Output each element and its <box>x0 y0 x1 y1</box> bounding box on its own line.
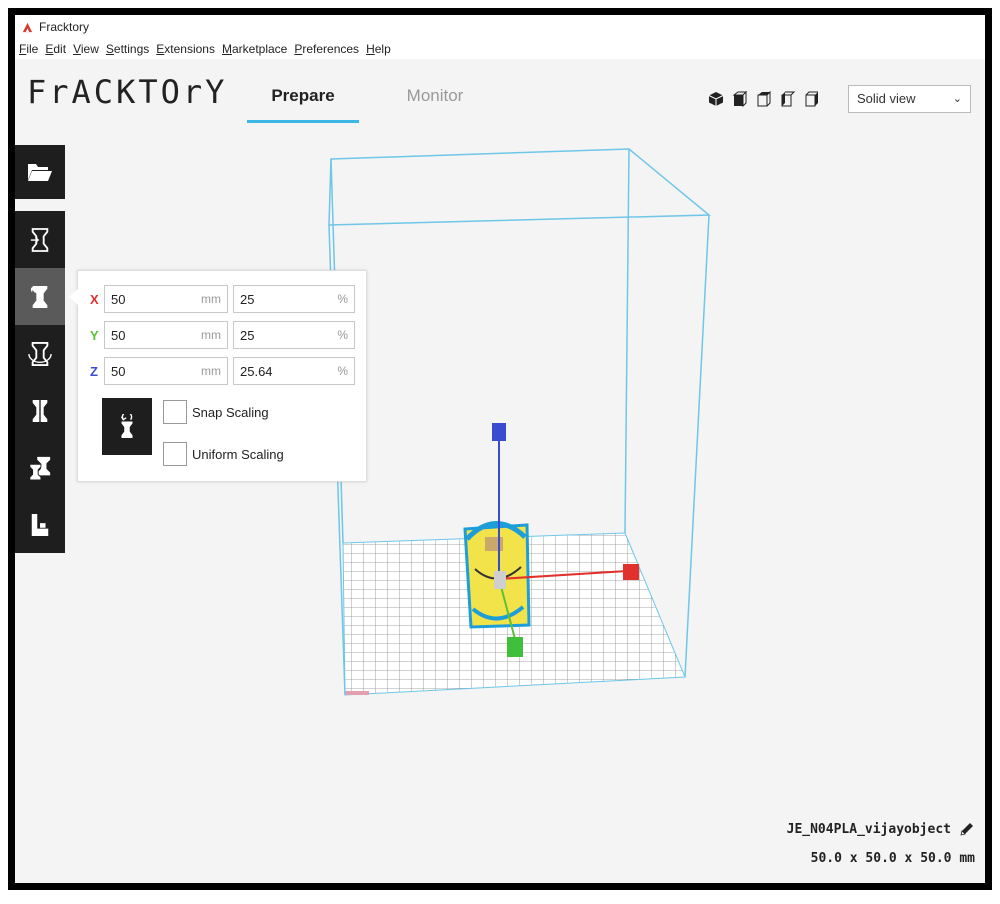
scale-y-percent-input[interactable]: 25 % <box>233 321 355 349</box>
uniform-scaling-label: Uniform Scaling <box>192 446 284 462</box>
scale-z-mm-input[interactable]: 50 mm <box>104 357 228 385</box>
view-3d-icon[interactable] <box>708 91 724 107</box>
object-name-text: JE_N04PLA_vijayobject <box>786 821 951 837</box>
tool-sidebar <box>15 211 65 553</box>
view-left-icon[interactable] <box>780 91 796 107</box>
view-right-icon[interactable] <box>804 91 820 107</box>
menu-help[interactable]: Help <box>366 42 391 56</box>
app-window: Fracktory File Edit View Settings Extens… <box>8 8 992 890</box>
folder-open-icon <box>28 164 52 181</box>
support-blocker-icon <box>31 513 49 536</box>
support-blocker-button[interactable] <box>15 496 65 553</box>
view-top-icon[interactable] <box>756 90 772 107</box>
reset-scale-icon <box>120 413 133 438</box>
gizmo-z-handle[interactable] <box>492 423 506 441</box>
rotate-icon <box>28 341 52 366</box>
view-orientation-buttons <box>708 90 820 108</box>
menu-edit[interactable]: Edit <box>45 42 66 56</box>
view-mode-value: Solid view <box>857 91 916 106</box>
rotate-tool-button[interactable] <box>15 325 65 382</box>
object-name: JE_N04PLA_vijayobject <box>787 821 975 837</box>
snap-scaling-label: Snap Scaling <box>192 404 269 420</box>
gizmo-y-handle[interactable] <box>507 637 523 657</box>
axis-y-label: Y <box>90 327 99 343</box>
title-bar: Fracktory <box>15 15 985 39</box>
scale-x-percent-input[interactable]: 25 % <box>233 285 355 313</box>
axis-x-label: X <box>90 291 99 307</box>
scale-x-mm-input[interactable]: 50 mm <box>104 285 228 313</box>
header: FrACKTOrY Prepare Monitor Solid view ⌄ <box>15 59 985 139</box>
uniform-scaling-checkbox[interactable] <box>163 442 187 466</box>
view-front-icon[interactable] <box>732 90 748 108</box>
chevron-down-icon: ⌄ <box>952 93 962 105</box>
menu-file[interactable]: File <box>19 42 38 56</box>
scale-icon <box>31 285 48 308</box>
view-mode-select[interactable]: Solid view ⌄ <box>848 85 971 113</box>
scale-panel: X 50 mm 25 % Y 50 mm 25 % Z 50 mm 25.64 … <box>69 270 367 482</box>
mirror-icon <box>32 399 48 422</box>
move-tool-button[interactable] <box>15 211 65 268</box>
axis-z-label: Z <box>90 363 98 379</box>
move-icon <box>30 227 49 252</box>
scale-row-x: X 50 mm 25 % <box>90 285 355 313</box>
per-model-settings-icon <box>29 456 51 480</box>
viewport-3d[interactable] <box>15 139 985 883</box>
menu-preferences[interactable]: Preferences <box>294 42 359 56</box>
mirror-tool-button[interactable] <box>15 382 65 439</box>
scale-y-mm-input[interactable]: 50 mm <box>104 321 228 349</box>
menu-extensions[interactable]: Extensions <box>156 42 215 56</box>
gizmo-x-handle[interactable] <box>623 564 639 580</box>
menu-settings[interactable]: Settings <box>106 42 149 56</box>
pencil-icon[interactable] <box>959 821 975 837</box>
menu-bar: File Edit View Settings Extensions Marke… <box>15 39 985 59</box>
tab-prepare[interactable]: Prepare <box>247 83 359 123</box>
window-title: Fracktory <box>39 20 90 34</box>
app-logo-icon <box>22 22 33 32</box>
snap-scaling-checkbox[interactable] <box>163 400 187 424</box>
scale-row-y: Y 50 mm 25 % <box>90 321 355 349</box>
menu-view[interactable]: View <box>73 42 99 56</box>
object-dimensions: 50.0 x 50.0 x 50.0 mm <box>810 851 975 866</box>
per-model-settings-button[interactable] <box>15 439 65 496</box>
menu-marketplace[interactable]: Marketplace <box>222 42 287 56</box>
open-file-button[interactable] <box>15 145 65 199</box>
snap-scaling-option[interactable]: Snap Scaling <box>163 400 269 424</box>
brand-logo: FrACKTOrY <box>27 73 228 111</box>
tab-monitor[interactable]: Monitor <box>379 83 491 123</box>
scale-z-percent-input[interactable]: 25.64 % <box>233 357 355 385</box>
scale-tool-button[interactable] <box>15 268 65 325</box>
scale-row-z: Z 50 mm 25.64 % <box>90 357 355 385</box>
reset-scale-button[interactable] <box>102 398 152 455</box>
uniform-scaling-option[interactable]: Uniform Scaling <box>163 442 284 466</box>
